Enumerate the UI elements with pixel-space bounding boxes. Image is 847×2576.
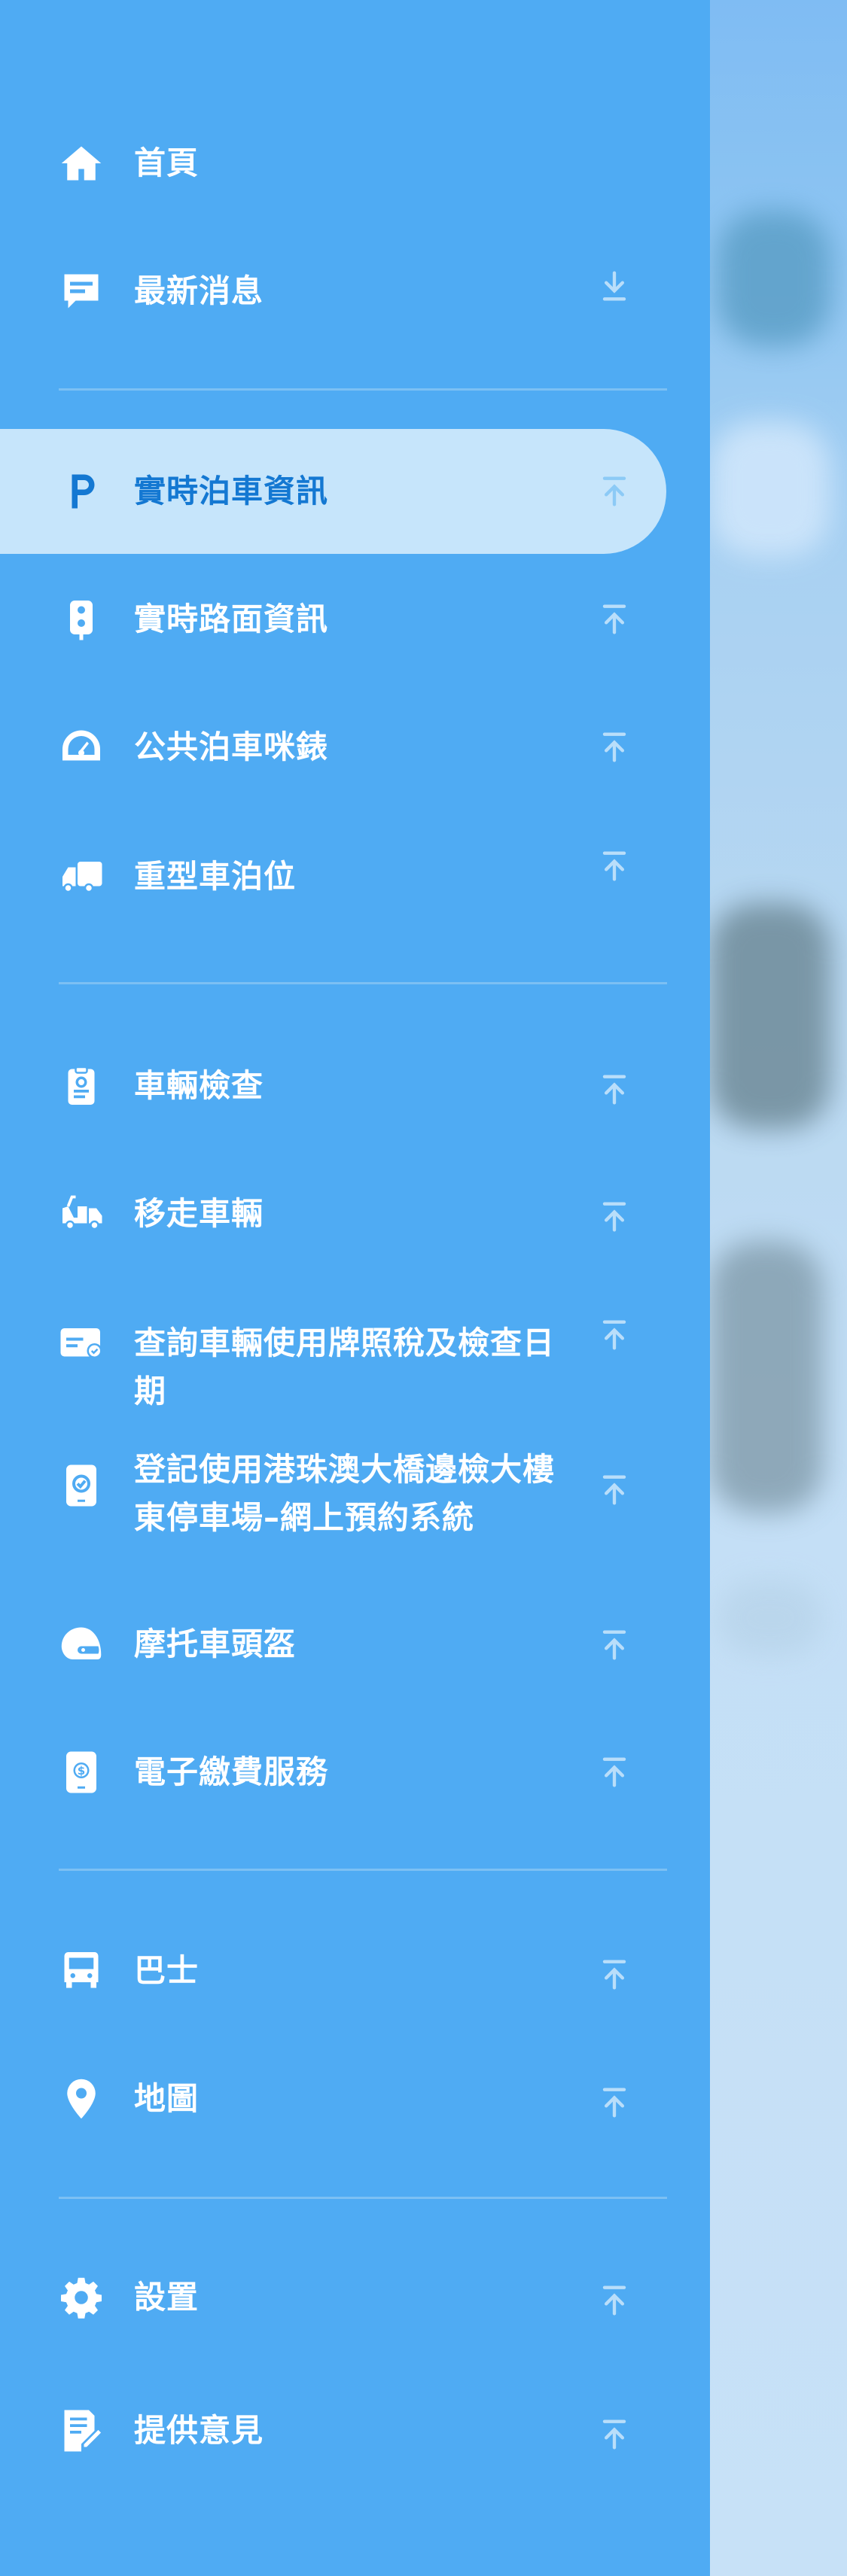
menu-item-feedback[interactable]: 提供意見 bbox=[0, 2397, 710, 2465]
feedback-icon bbox=[59, 2408, 104, 2453]
menu-item-label: 首頁 bbox=[134, 144, 200, 181]
tow-truck-icon bbox=[59, 1191, 104, 1236]
expand-arrow-icon[interactable] bbox=[595, 1626, 634, 1665]
menu-item-label: 移走車輛 bbox=[134, 1195, 264, 1232]
menu-item-settings[interactable]: 設置 bbox=[0, 2264, 710, 2331]
menu-item-e-payment[interactable]: $ 電子繳費服務 bbox=[0, 1738, 710, 1806]
truck-icon bbox=[59, 854, 104, 899]
menu-item-license-tax[interactable]: 查詢車輛使用牌照稅及檢查日期 bbox=[0, 1309, 710, 1415]
bus-icon bbox=[59, 1948, 104, 1994]
menu-item-realtime-road[interactable]: 實時路面資訊 bbox=[0, 585, 710, 653]
menu-item-label: 登記使用港珠澳大橋邊檢大樓東停車場–網上預約系統 bbox=[134, 1451, 556, 1536]
helmet-icon bbox=[59, 1622, 104, 1667]
menu-item-label: 電子繳費服務 bbox=[134, 1753, 329, 1790]
svg-text:$: $ bbox=[78, 1764, 85, 1778]
navigation-drawer: 首頁 最新消息 實時泊車資訊 實時路面資訊 公共泊車咪錶 重型車泊位 車輛檢查 … bbox=[0, 0, 710, 2576]
menu-item-vehicle-inspection[interactable]: 車輛檢查 bbox=[0, 1052, 710, 1120]
expand-arrow-icon[interactable] bbox=[595, 1470, 634, 1510]
menu-item-label: 車輛檢查 bbox=[134, 1067, 264, 1104]
menu-item-label: 重型車泊位 bbox=[134, 858, 297, 895]
blurred-background[interactable] bbox=[710, 0, 847, 2576]
expand-arrow-icon[interactable] bbox=[595, 1315, 634, 1355]
menu-item-label: 實時路面資訊 bbox=[134, 601, 329, 637]
menu-item-label: 查詢車輛使用牌照稅及檢查日期 bbox=[134, 1324, 556, 1410]
expand-arrow-icon[interactable] bbox=[595, 2083, 634, 2122]
expand-arrow-icon[interactable] bbox=[595, 1197, 634, 1236]
menu-item-label: 摩托車頭盔 bbox=[134, 1626, 297, 1662]
menu-item-home[interactable]: 首頁 bbox=[0, 129, 710, 197]
expand-arrow-icon[interactable] bbox=[595, 728, 634, 767]
expand-arrow-icon[interactable] bbox=[595, 600, 634, 639]
menu-item-parking-meter[interactable]: 公共泊車咪錶 bbox=[0, 713, 710, 781]
menu-item-label: 最新消息 bbox=[134, 272, 264, 309]
divider bbox=[59, 982, 667, 984]
expand-arrow-icon[interactable] bbox=[595, 472, 634, 511]
phone-check-icon bbox=[59, 1463, 104, 1508]
menu-item-hzmb-booking[interactable]: 登記使用港珠澳大橋邊檢大樓東停車場–網上預約系統 bbox=[0, 1440, 710, 1546]
phone-payment-icon: $ bbox=[59, 1750, 104, 1795]
menu-item-label: 巴士 bbox=[134, 1952, 200, 1989]
card-check-icon bbox=[59, 1321, 104, 1366]
expand-arrow-icon[interactable] bbox=[595, 2281, 634, 2320]
menu-item-news[interactable]: 最新消息 bbox=[0, 257, 710, 325]
menu-item-heavy-vehicle[interactable]: 重型車泊位 bbox=[0, 843, 710, 911]
map-pin-icon bbox=[59, 2076, 104, 2121]
expand-arrow-icon[interactable] bbox=[595, 1070, 634, 1109]
message-icon bbox=[59, 269, 104, 314]
menu-item-map[interactable]: 地圖 bbox=[0, 2065, 710, 2133]
meter-icon bbox=[59, 725, 104, 770]
menu-item-bus[interactable]: 巴士 bbox=[0, 1937, 710, 2005]
menu-item-label: 提供意見 bbox=[134, 2412, 264, 2449]
traffic-light-icon bbox=[59, 597, 104, 642]
home-icon bbox=[59, 141, 104, 186]
clipboard-icon bbox=[59, 1063, 104, 1109]
menu-item-label: 設置 bbox=[134, 2279, 200, 2316]
collapse-arrow-icon[interactable] bbox=[595, 266, 634, 306]
menu-item-realtime-parking[interactable]: 實時泊車資訊 bbox=[0, 429, 710, 554]
menu-item-label: 實時泊車資訊 bbox=[134, 473, 329, 509]
expand-arrow-icon[interactable] bbox=[595, 1955, 634, 1994]
expand-arrow-icon[interactable] bbox=[595, 2415, 634, 2454]
expand-arrow-icon[interactable] bbox=[595, 1753, 634, 1792]
parking-icon bbox=[59, 469, 104, 514]
menu-item-towed-vehicle[interactable]: 移走車輛 bbox=[0, 1180, 710, 1248]
menu-item-label: 地圖 bbox=[134, 2080, 200, 2117]
expand-arrow-icon[interactable] bbox=[595, 847, 634, 886]
divider bbox=[59, 1869, 667, 1871]
menu-item-label: 公共泊車咪錶 bbox=[134, 728, 329, 765]
menu-item-helmet[interactable]: 摩托車頭盔 bbox=[0, 1610, 710, 1678]
divider bbox=[59, 2197, 667, 2199]
gear-icon bbox=[59, 2275, 104, 2320]
divider bbox=[59, 388, 667, 391]
